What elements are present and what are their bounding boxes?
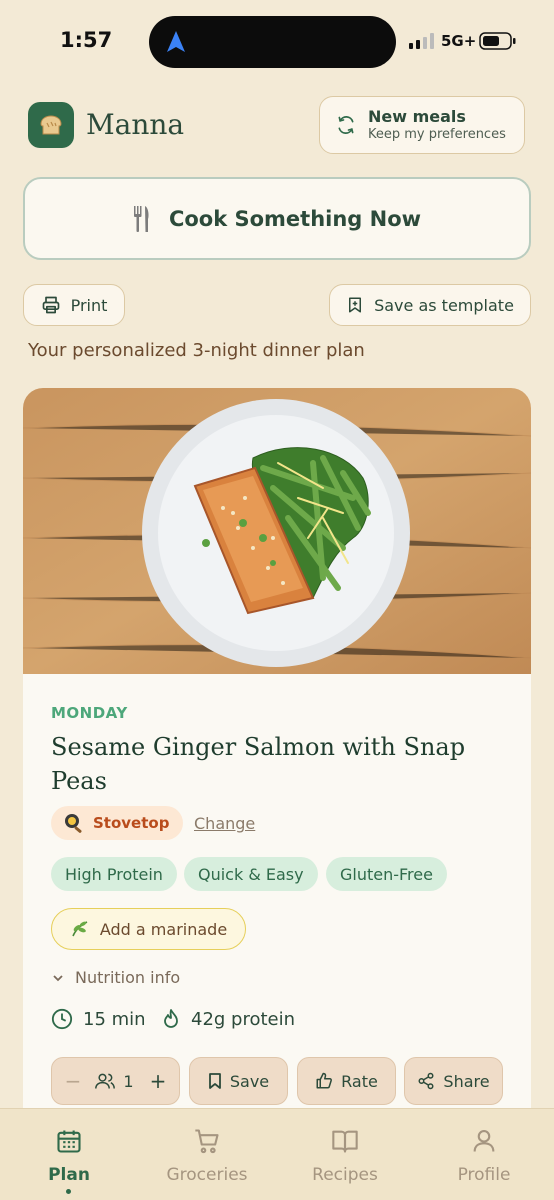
change-method-link[interactable]: Change [194, 814, 255, 833]
tab-plan[interactable]: Plan [19, 1127, 119, 1185]
cook-time: 15 min [51, 1008, 146, 1030]
print-button[interactable]: Print [23, 284, 125, 326]
plus-icon[interactable]: + [150, 1069, 167, 1093]
tab-profile-label: Profile [457, 1165, 511, 1185]
save-as-template-button[interactable]: Save as template [329, 284, 531, 326]
protein-amount: 42g protein [161, 1008, 295, 1030]
tag-quick-easy: Quick & Easy [184, 857, 318, 891]
share-meal-button[interactable]: Share [404, 1057, 503, 1105]
method-label: Stovetop [93, 814, 170, 832]
battery-icon [479, 32, 516, 50]
flame-icon [164, 1009, 178, 1028]
app-logo [28, 102, 74, 148]
person-icon [473, 1130, 495, 1152]
meal-photo [23, 388, 531, 674]
rate-meal-button[interactable]: Rate [297, 1057, 396, 1105]
add-marinade-button[interactable]: Add a marinade [51, 908, 246, 950]
servings-value: 1 [123, 1071, 134, 1091]
meal-title: Sesame Ginger Salmon with Snap Peas [51, 733, 466, 795]
fork-knife-icon [133, 205, 149, 232]
rate-label: Rate [341, 1071, 378, 1091]
dynamic-island [149, 16, 396, 68]
cart-icon [195, 1129, 219, 1154]
protein-value: 42g protein [191, 1008, 296, 1030]
new-meals-title: New meals [368, 107, 466, 126]
bookmark-icon [208, 1073, 221, 1089]
calendar-icon [57, 1130, 81, 1153]
print-label: Print [70, 295, 108, 315]
frying-pan-icon [65, 814, 82, 833]
chevron-down-icon [53, 974, 63, 981]
herb-icon [72, 921, 88, 937]
signal-icon [409, 33, 434, 49]
active-tab-indicator [66, 1189, 71, 1194]
cook-something-now-button[interactable]: Cook Something Now [23, 177, 531, 260]
share-icon [418, 1072, 434, 1090]
cooking-method-badge: Stovetop [51, 806, 184, 840]
bottom-tab-bar: Plan Groceries Recipes Profile [0, 1108, 554, 1200]
tab-recipes-label: Recipes [312, 1165, 378, 1185]
printer-icon [42, 296, 59, 314]
network-label: 5G+ [441, 32, 477, 50]
meal-card[interactable]: MONDAY Sesame Ginger Salmon with Snap Pe… [23, 388, 531, 1148]
tab-groceries-label: Groceries [166, 1165, 248, 1185]
save-meal-button[interactable]: Save [189, 1057, 288, 1105]
bread-icon [40, 115, 62, 135]
tab-plan-label: Plan [48, 1165, 90, 1185]
status-bar: 1:57 5G+ [0, 0, 554, 80]
book-icon [332, 1130, 358, 1153]
clock-icon [51, 1008, 73, 1030]
bookmark-plus-icon [349, 297, 362, 313]
new-meals-button[interactable]: New meals Keep my preferences [319, 96, 525, 154]
new-meals-subtitle: Keep my preferences [368, 127, 506, 142]
status-time: 1:57 [60, 28, 113, 52]
share-label: Share [443, 1071, 490, 1091]
nutrition-info-toggle[interactable]: Nutrition info [51, 968, 180, 987]
tab-recipes[interactable]: Recipes [295, 1127, 395, 1185]
tag-gluten-free: Gluten-Free [326, 857, 447, 891]
tag-high-protein: High Protein [51, 857, 177, 891]
save-label: Save [229, 1071, 270, 1091]
thumbs-up-icon [316, 1072, 333, 1089]
minus-icon[interactable]: − [65, 1069, 82, 1093]
refresh-icon [338, 116, 354, 134]
marinade-label: Add a marinade [99, 919, 228, 939]
cook-button-label: Cook Something Now [168, 206, 422, 231]
cook-time-value: 15 min [83, 1008, 146, 1030]
servings-stepper[interactable]: − 1 + [51, 1057, 180, 1105]
save-template-label: Save as template [374, 295, 514, 315]
tab-groceries[interactable]: Groceries [157, 1127, 257, 1185]
meal-day: MONDAY [51, 704, 128, 722]
location-arrow-icon [167, 31, 185, 52]
plan-subtitle: Your personalized 3-night dinner plan [28, 340, 365, 361]
people-icon [95, 1073, 116, 1089]
nutrition-info-label: Nutrition info [75, 968, 181, 987]
app-name: Manna [86, 108, 185, 141]
tab-profile[interactable]: Profile [434, 1127, 534, 1185]
